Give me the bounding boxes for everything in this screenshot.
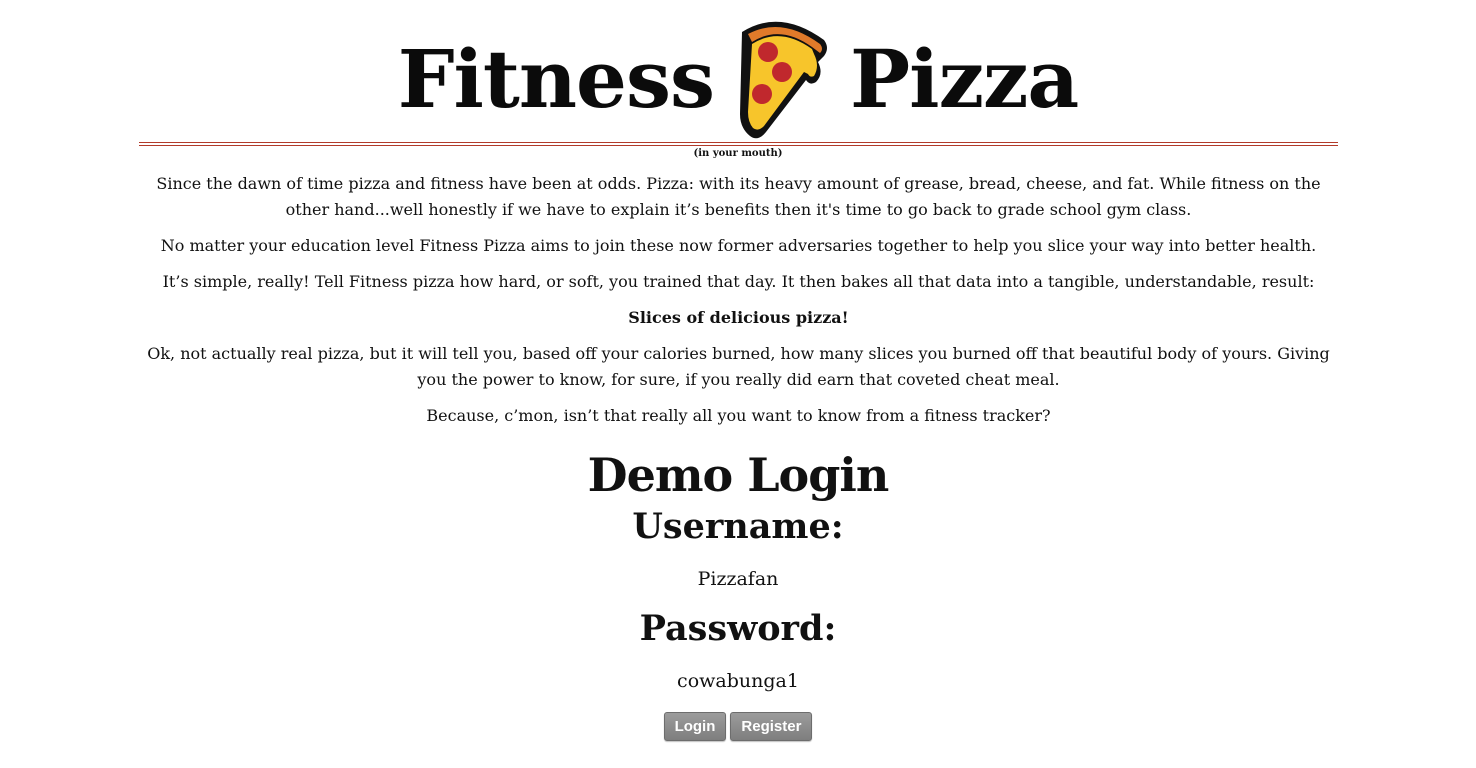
pizza-slice-icon (740, 21, 828, 139)
masthead: Fitness Pizza (0, 0, 1476, 142)
intro-highlight: Slices of delicious pizza! (628, 308, 849, 327)
demo-login-heading: Demo Login (587, 448, 890, 502)
intro-paragraph-6: Because, c’mon, isn’t that really all yo… (426, 406, 1051, 425)
login-button[interactable]: Login (663, 712, 727, 741)
site-title: Fitness Pizza (0, 14, 1476, 144)
login-actions: Login Register (0, 712, 1476, 741)
intro-paragraph-5: Ok, not actually real pizza, but it will… (147, 344, 1330, 389)
register-button[interactable]: Register (730, 712, 813, 741)
page: Fitness Pizza (in your mouth) Since the … (0, 0, 1476, 768)
username-value: Pizzafan (697, 568, 779, 590)
site-title-fitness: Fitness (397, 32, 715, 126)
username-label: Username: (632, 506, 844, 547)
intro-paragraph-2: No matter your education level Fitness P… (160, 236, 1317, 255)
header-divider (139, 142, 1338, 146)
password-value: cowabunga1 (677, 670, 799, 692)
password-label: Password: (639, 608, 837, 649)
intro-paragraph-1: Since the dawn of time pizza and fitness… (156, 174, 1321, 219)
tagline: (in your mouth) (693, 148, 783, 159)
demo-login-section: Demo Login Username: Pizzafan Password: … (0, 446, 1476, 741)
intro-section: Since the dawn of time pizza and fitness… (139, 171, 1338, 439)
intro-paragraph-3: It’s simple, really! Tell Fitness pizza … (162, 272, 1315, 291)
site-title-pizza: Pizza (850, 32, 1079, 126)
